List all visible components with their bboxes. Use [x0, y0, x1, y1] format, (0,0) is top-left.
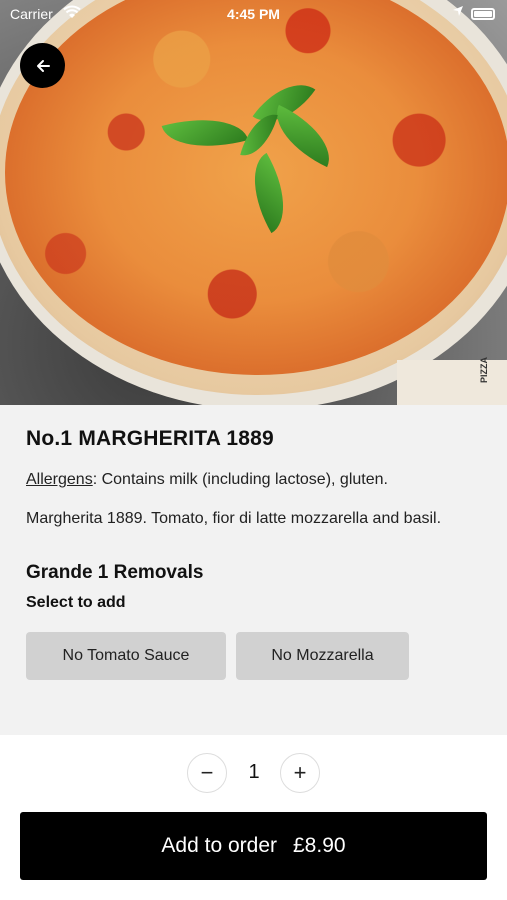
status-time: 4:45 PM	[227, 6, 280, 22]
removals-subtitle: Select to add	[26, 594, 126, 611]
order-price: £8.90	[293, 834, 346, 857]
increase-quantity-button[interactable]: +	[280, 753, 320, 793]
option-no-mozzarella[interactable]: No Mozzarella	[236, 632, 409, 680]
product-description: Margherita 1889. Tomato, fior di latte m…	[26, 510, 442, 527]
status-bar: Carrier 4:45 PM	[0, 0, 507, 28]
add-to-order-button[interactable]: Add to order £8.90	[20, 812, 487, 880]
product-details: No.1 MARGHERITA 1889 Allergens: Contains…	[0, 405, 507, 735]
location-icon	[452, 5, 464, 20]
order-panel: − 1 + Add to order £8.90	[0, 735, 507, 900]
removal-options: No Tomato Sauce No Mozzarella	[26, 632, 481, 680]
minus-icon: −	[200, 760, 214, 785]
quantity-value: 1	[248, 761, 260, 783]
pizza-box: PIZZA	[397, 357, 507, 405]
allergens-info: Allergens: Contains milk (including lact…	[26, 471, 481, 489]
back-button[interactable]	[20, 43, 65, 88]
battery-icon	[471, 8, 495, 20]
quantity-stepper: − 1 +	[0, 753, 507, 793]
allergens-link[interactable]: Allergens	[26, 471, 93, 488]
plus-icon: +	[293, 760, 307, 785]
add-to-order-label: Add to order	[161, 834, 277, 857]
decrease-quantity-button[interactable]: −	[187, 753, 227, 793]
product-image: PIZZA	[0, 0, 507, 405]
allergens-text: : Contains milk (including lactose), glu…	[92, 471, 388, 488]
product-title: No.1 MARGHERITA 1889	[26, 427, 274, 450]
option-no-tomato-sauce[interactable]: No Tomato Sauce	[26, 632, 226, 680]
pizza-box-text: PIZZA	[479, 357, 489, 383]
removals-title: Grande 1 Removals	[26, 562, 204, 583]
arrow-left-icon	[36, 59, 50, 72]
